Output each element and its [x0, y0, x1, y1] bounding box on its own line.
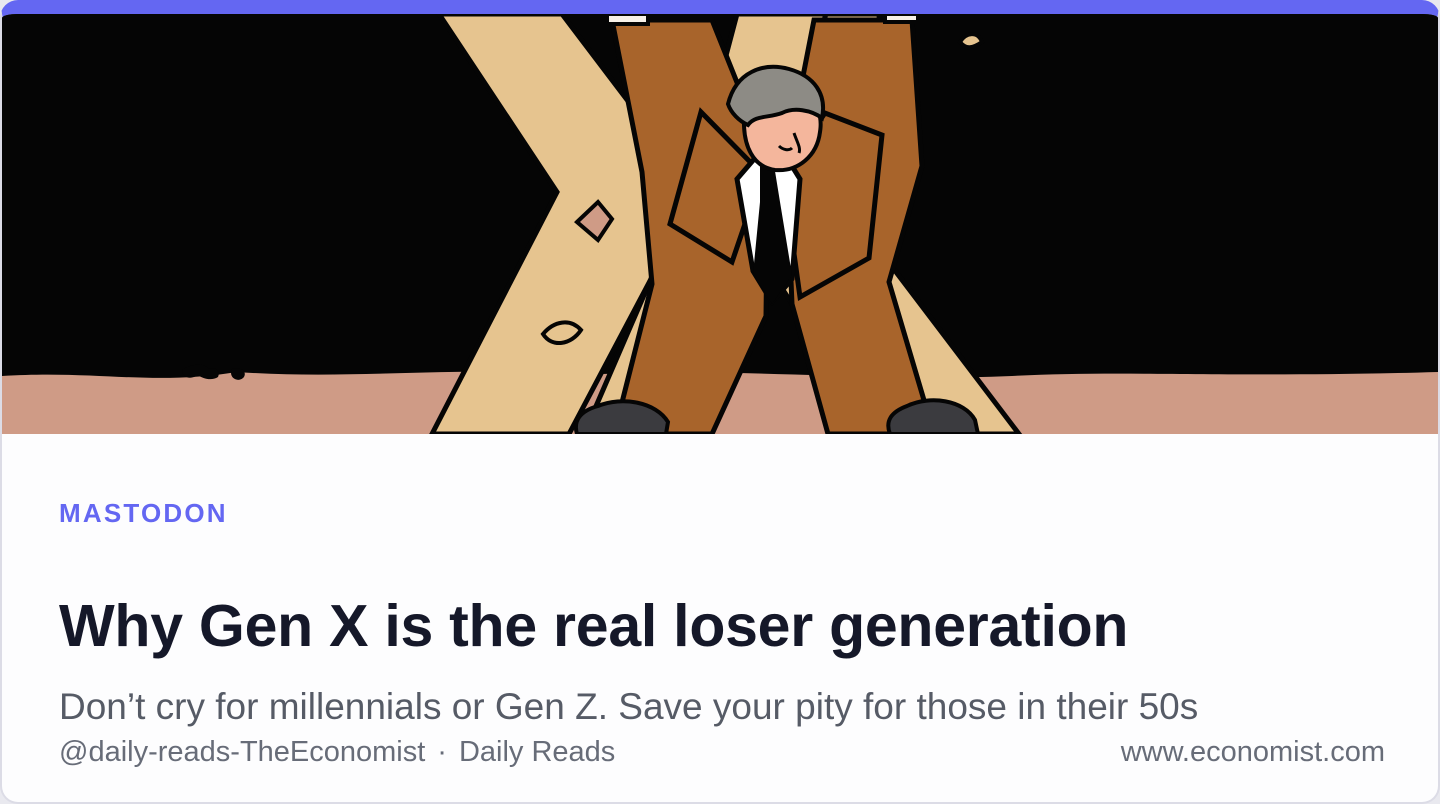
article-hero-image[interactable]: [2, 14, 1438, 434]
account-publication-group: @daily-reads-TheEconomist · Daily Reads: [59, 734, 615, 770]
card-meta-row: @daily-reads-TheEconomist · Daily Reads …: [59, 732, 1385, 772]
meta-separator: ·: [437, 736, 447, 768]
article-title[interactable]: Why Gen X is the real loser generation: [59, 592, 1359, 660]
source-label: MASTODON: [59, 498, 228, 528]
source-domain[interactable]: www.economist.com: [1121, 734, 1385, 770]
gen-x-illustration: [2, 14, 1438, 434]
article-description: Don’t cry for millennials or Gen Z. Save…: [59, 686, 1199, 727]
link-preview-card[interactable]: MASTODON Why Gen X is the real loser gen…: [0, 0, 1440, 804]
publication-name[interactable]: Daily Reads: [459, 734, 615, 770]
account-handle[interactable]: @daily-reads-TheEconomist: [59, 734, 425, 770]
link-preview-content: MASTODON Why Gen X is the real loser gen…: [59, 434, 1385, 802]
